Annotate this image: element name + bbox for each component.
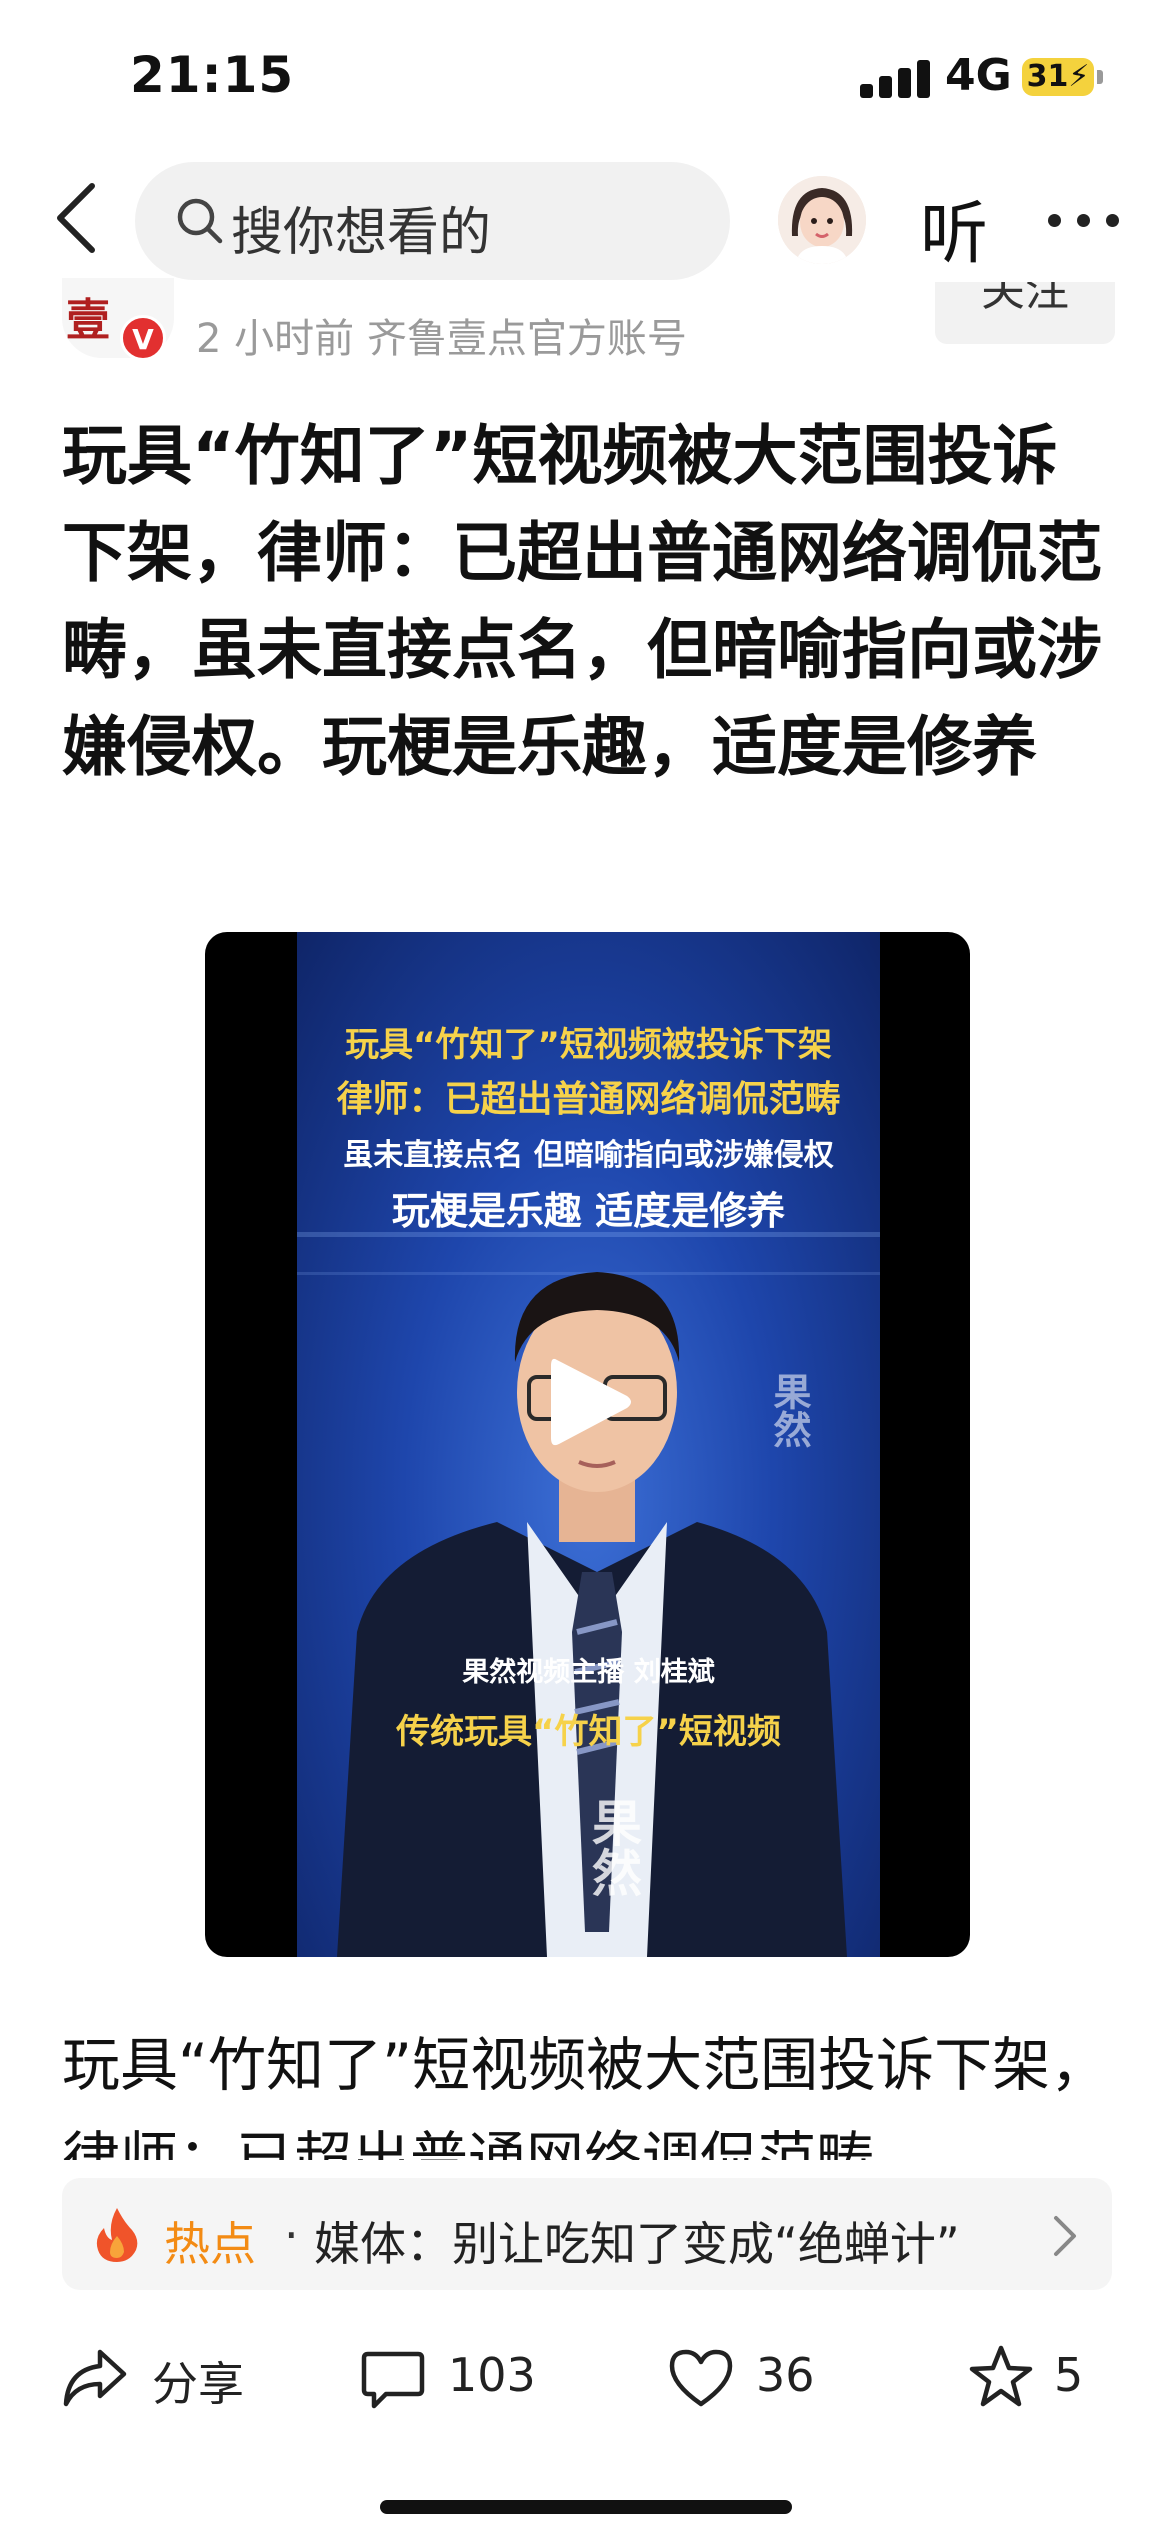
hot-topic-text: 媒体：别让吃知了变成“绝蝉计” <box>314 2217 960 2271</box>
comment-icon <box>361 2351 425 2409</box>
play-icon[interactable] <box>545 1352 635 1452</box>
search-input[interactable]: 搜你想看的 <box>135 162 730 280</box>
listen-avatar[interactable] <box>778 176 866 264</box>
share-label: 分享 <box>152 2357 244 2411</box>
comment-count: 103 <box>448 2348 536 2402</box>
listen-button[interactable]: 听 <box>920 178 988 277</box>
search-placeholder: 搜你想看的 <box>231 203 492 263</box>
network-type: 4G <box>945 50 1012 101</box>
video-watermark: 果然 <box>767 1372 811 1448</box>
like-button[interactable]: 36 <box>668 2338 848 2418</box>
anchor-name: 果然视频主播 刘桂斌 <box>462 1657 715 1688</box>
video-player[interactable]: 玩具“竹知了”短视频被投诉下架 律师：已超出普通网络调侃范畴 虽未直接点名 但暗… <box>205 932 970 1957</box>
comment-button[interactable]: 103 <box>360 2338 560 2418</box>
flame-icon <box>96 2208 138 2262</box>
hot-separator: · <box>284 2208 299 2262</box>
video-caption: 传统玩具“竹知了”短视频 <box>396 1712 781 1752</box>
star-count: 5 <box>1054 2348 1084 2402</box>
chevron-right-icon <box>1054 2216 1076 2256</box>
article-headline: 玩具“竹知了”短视频被大范围投诉下架，律师：已超出普通网络调侃范畴，虽未直接点名… <box>62 419 1103 785</box>
signal-icon <box>860 58 930 98</box>
video-title-line1: 玩具“竹知了”短视频被投诉下架 <box>345 1025 832 1065</box>
favorite-button[interactable]: 5 <box>968 2338 1118 2418</box>
star-icon <box>969 2345 1033 2407</box>
search-icon <box>177 198 223 244</box>
hot-topic-banner[interactable]: 热点 · 媒体：别让吃知了变成“绝蝉计” <box>62 2178 1112 2290</box>
video-title-line2: 律师：已超出普通网络调侃范畴 <box>336 1079 841 1120</box>
heart-icon <box>669 2349 733 2407</box>
hot-label: 热点 <box>164 2217 256 2271</box>
like-count: 36 <box>756 2348 815 2402</box>
video-title-line3: 虽未直接点名 但暗喻指向或涉嫌侵权 <box>343 1138 834 1173</box>
article-body: 玩具“竹知了”短视频被大范围投诉下架，律师：已超出普通网络调侃范畴 <box>62 2031 1109 2160</box>
share-icon <box>63 2349 127 2407</box>
author-logo: 壹 <box>66 295 110 346</box>
battery-level: 31 <box>1026 59 1069 94</box>
battery-cap <box>1097 70 1103 84</box>
video-title-line4: 玩梗是乐趣 适度是修养 <box>391 1189 786 1233</box>
home-indicator[interactable] <box>380 2500 792 2514</box>
back-icon[interactable] <box>52 182 100 254</box>
battery-icon: 31⚡ <box>1022 58 1094 96</box>
more-icon[interactable] <box>1048 214 1120 228</box>
verified-icon: V <box>120 315 166 361</box>
share-button[interactable]: 分享 <box>62 2338 262 2418</box>
follow-label: 关注 <box>981 282 1069 316</box>
video-watermark-bottom: 果然 <box>584 1797 642 1897</box>
post-meta: 2 小时前 齐鲁壹点官方账号 <box>196 316 687 362</box>
status-time: 21:15 <box>130 46 295 104</box>
avatar-illustration <box>778 176 866 264</box>
follow-button[interactable]: 关注 <box>935 282 1115 344</box>
